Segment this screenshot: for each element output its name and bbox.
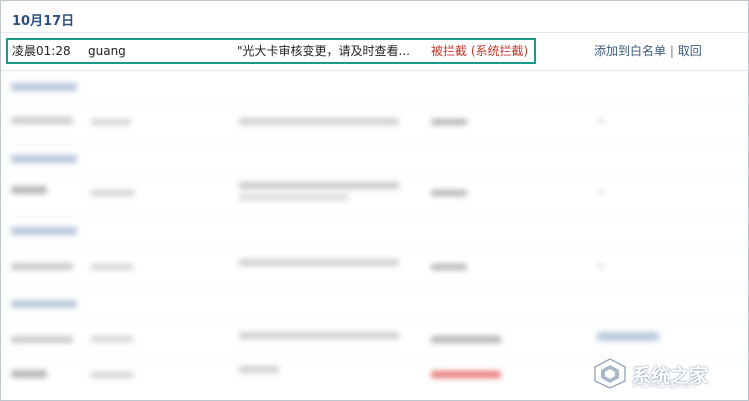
blurred-date-header (11, 300, 77, 308)
blurred-cell (91, 372, 133, 378)
record-message[interactable]: "光大卡审核变更，请及时查看... (237, 44, 410, 58)
blurred-cell (597, 190, 605, 194)
blurred-cell (239, 118, 399, 125)
blurred-divider (1, 317, 748, 318)
watermark: 系统之家 XITONGZHIJIA.NET (590, 356, 740, 390)
blurred-divider (1, 172, 748, 173)
blurred-cell (239, 194, 349, 200)
blurred-divider (1, 100, 748, 101)
blurred-cell (11, 117, 73, 124)
add-whitelist-link[interactable]: 添加到白名单 (594, 44, 666, 58)
retrieve-link[interactable]: 取回 (678, 44, 702, 58)
action-separator: | (669, 44, 674, 58)
blurred-cell (431, 264, 467, 270)
blurred-cell (239, 332, 399, 339)
blurred-cell (239, 366, 279, 373)
table-row[interactable]: 凌晨01:28 guang "光大卡审核变更，请及时查看... 被拦截 (系统拦… (1, 40, 748, 63)
blurred-date-header (11, 155, 77, 163)
blurred-cell (597, 264, 605, 268)
blurred-records (1, 73, 748, 400)
blurred-date-header (11, 83, 77, 91)
record-actions: 添加到白名单 | 取回 (594, 44, 702, 58)
blurred-cell (91, 264, 133, 270)
watermark-logo-icon (594, 358, 626, 389)
blurred-divider (1, 289, 748, 290)
blurred-divider (1, 217, 748, 218)
blurred-cell (11, 370, 47, 378)
blurred-cell (91, 336, 133, 342)
blurred-divider (1, 244, 748, 245)
record-user: guang (88, 44, 126, 58)
blurred-cell (11, 263, 73, 270)
record-time: 凌晨01:28 (12, 44, 71, 58)
date-header: 10月17日 (12, 14, 75, 29)
watermark-subtext: XITONGZHIJIA.NET (632, 382, 697, 390)
blurred-cell (91, 190, 135, 196)
blurred-cell (11, 336, 73, 343)
row-divider (1, 70, 748, 71)
blurred-cell (239, 182, 399, 189)
blurred-cell (91, 119, 131, 125)
blurred-cell (11, 186, 47, 194)
blurred-cell (597, 119, 605, 123)
header-divider (1, 32, 748, 33)
blurred-divider (1, 145, 748, 146)
record-status: 被拦截 (系统拦截) (431, 44, 529, 58)
blurred-cell (597, 332, 659, 341)
blurred-cell (239, 259, 399, 266)
blurred-cell (431, 119, 467, 125)
blurred-date-header (11, 227, 77, 235)
blurred-cell (431, 371, 501, 378)
blurred-cell (431, 336, 501, 343)
intercept-record-panel: 10月17日 凌晨01:28 guang "光大卡审核变更，请及时查看... 被… (0, 0, 749, 401)
blurred-cell (431, 190, 467, 196)
